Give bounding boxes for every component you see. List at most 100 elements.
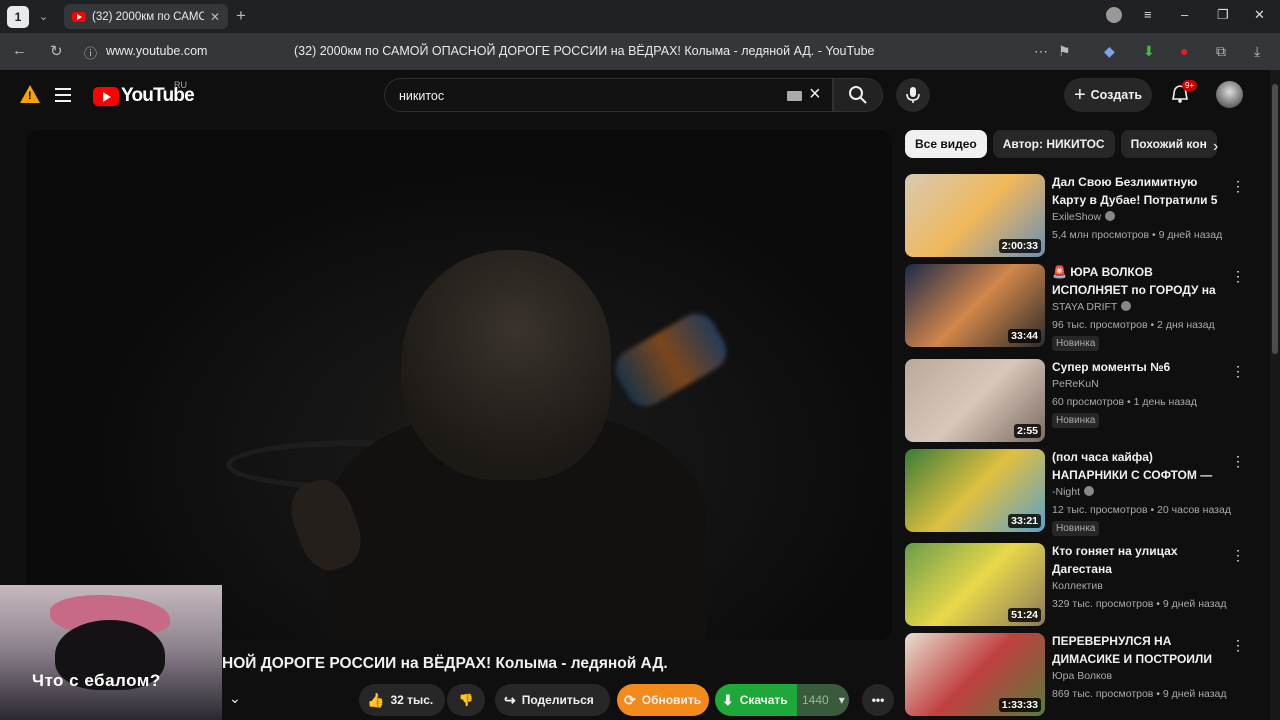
tab-list-chevron-icon[interactable]: ⌄ bbox=[39, 10, 48, 23]
download-button[interactable]: ⬇ Скачать bbox=[715, 684, 798, 716]
chip-author[interactable]: Автор: НИКИТОС bbox=[992, 130, 1115, 158]
downloads-icon[interactable]: ⤓ bbox=[1254, 43, 1260, 60]
browser-menu-icon[interactable]: ≡ bbox=[1144, 7, 1152, 22]
share-button[interactable]: ↪ Поделиться bbox=[495, 684, 610, 716]
kebab-menu-icon[interactable]: ⋮ bbox=[1231, 547, 1245, 564]
scrollbar-thumb[interactable] bbox=[1272, 84, 1278, 354]
url-field[interactable]: www.youtube.com bbox=[106, 44, 207, 58]
channel-name[interactable]: STAYA DRIFT bbox=[1052, 301, 1132, 313]
notifications-button[interactable]: 9+ bbox=[1170, 80, 1198, 109]
channel-name[interactable]: Коллектив bbox=[1052, 580, 1103, 592]
search-icon bbox=[849, 86, 867, 104]
recommendation-item[interactable]: 1:33:33 ПЕРЕВЕРНУЛСЯ НА ДИМАСИКЕ И ПОСТРО… bbox=[905, 633, 1245, 717]
expand-chevron-icon[interactable]: ⌄ bbox=[229, 690, 241, 707]
back-icon[interactable]: ← bbox=[12, 42, 27, 59]
video-thumbnail[interactable]: 33:44 bbox=[905, 264, 1045, 347]
kebab-menu-icon[interactable]: ⋮ bbox=[1231, 363, 1245, 380]
clear-search-icon[interactable]: × bbox=[809, 83, 821, 106]
recommendation-title[interactable]: Супер моменты №6 bbox=[1052, 359, 1222, 377]
video-meta: 329 тыс. просмотров • 9 дней назад bbox=[1052, 598, 1227, 610]
extensions-icon[interactable]: ⧉ bbox=[1216, 43, 1226, 60]
video-player[interactable] bbox=[26, 130, 892, 640]
share-icon: ↪ bbox=[504, 691, 516, 708]
keyboard-icon[interactable] bbox=[787, 91, 802, 101]
kebab-menu-icon[interactable]: ⋮ bbox=[1231, 178, 1245, 195]
thumbs-down-icon: 👎 bbox=[458, 693, 474, 707]
address-bar: ← ↻ ⓘ www.youtube.com (32) 2000км по САМ… bbox=[0, 33, 1280, 70]
video-duration: 1:33:33 bbox=[998, 698, 1041, 712]
search-value: никитос bbox=[399, 89, 445, 103]
chip-similar[interactable]: Похожий кон bbox=[1120, 130, 1217, 158]
video-thumbnail[interactable]: 51:24 bbox=[905, 543, 1045, 626]
search-button[interactable] bbox=[833, 78, 883, 112]
recommendation-title[interactable]: Дал Свою Безлимитную Карту в Дубае! Потр… bbox=[1052, 174, 1222, 210]
create-button[interactable]: + Создать bbox=[1064, 78, 1152, 112]
maximize-icon[interactable]: ❐ bbox=[1217, 7, 1229, 23]
refresh-button[interactable]: ⟳ Обновить bbox=[617, 684, 709, 716]
extension-download-icon[interactable]: ⬇ bbox=[1143, 43, 1155, 60]
tab-title: (32) 2000км по САМОЙ bbox=[92, 10, 204, 23]
close-window-icon[interactable]: ✕ bbox=[1254, 7, 1265, 23]
minimize-icon[interactable]: – bbox=[1181, 7, 1188, 22]
recommendation-item[interactable]: 51:24 Кто гоняет на улицах Дагестана Колле… bbox=[905, 543, 1245, 627]
video-duration: 2:55 bbox=[1013, 424, 1041, 438]
quality-select[interactable]: 1440 ▾ bbox=[797, 684, 849, 716]
hamburger-menu-icon[interactable] bbox=[55, 88, 71, 106]
more-options-icon[interactable]: ⋯ bbox=[1034, 43, 1048, 60]
kebab-menu-icon[interactable]: ⋮ bbox=[1231, 268, 1245, 285]
chip-all-videos[interactable]: Все видео bbox=[905, 130, 987, 158]
search-input[interactable]: никитос × bbox=[384, 78, 833, 112]
page-title: (32) 2000км по САМОЙ ОПАСНОЙ ДОРОГЕ РОСС… bbox=[294, 44, 875, 58]
video-thumbnail[interactable]: 1:33:33 bbox=[905, 633, 1045, 716]
video-meta: 5,4 млн просмотров • 9 дней назад bbox=[1052, 229, 1223, 241]
recommendation-item[interactable]: 2:55 Супер моменты №6 PeReKuN 60 просмотров… bbox=[905, 359, 1245, 443]
video-duration: 2:00:33 bbox=[998, 239, 1041, 253]
new-tab-icon[interactable]: + bbox=[236, 6, 246, 26]
like-button[interactable]: 👍 32 тыс. bbox=[359, 684, 445, 716]
recommendation-title[interactable]: ПЕРЕВЕРНУЛСЯ НА ДИМАСИКЕ И ПОСТРОИЛИ ... bbox=[1052, 633, 1222, 669]
channel-name[interactable]: -Night bbox=[1052, 486, 1095, 498]
video-thumbnail[interactable]: 2:00:33 bbox=[905, 174, 1045, 257]
share-label: Поделиться bbox=[521, 693, 594, 707]
kebab-menu-icon[interactable]: ⋮ bbox=[1231, 637, 1245, 654]
extension-red-icon[interactable]: ● bbox=[1180, 43, 1188, 59]
profile-icon[interactable] bbox=[1106, 7, 1122, 26]
page-scrollbar[interactable] bbox=[1270, 70, 1280, 720]
youtube-play-icon bbox=[93, 86, 119, 106]
recommendation-title[interactable]: (пол часа кайфа) НАПАРНИКИ С СОФТОМ — ..… bbox=[1052, 449, 1222, 485]
video-meta: 12 тыс. просмотров • 20 часов назад bbox=[1052, 504, 1231, 516]
workspace-button[interactable]: 1 bbox=[7, 5, 29, 28]
warning-icon[interactable]: ! bbox=[20, 85, 40, 103]
kebab-menu-icon[interactable]: ⋮ bbox=[1231, 453, 1245, 470]
channel-name[interactable]: Юра Волков bbox=[1052, 670, 1112, 682]
chips-next-icon[interactable]: › bbox=[1213, 138, 1218, 156]
youtube-header: ! YouTube RU никитос × + Создать 9+ bbox=[0, 70, 1270, 120]
thumbs-up-icon: 👍 bbox=[367, 691, 385, 708]
youtube-favicon-icon bbox=[72, 11, 86, 22]
channel-name[interactable]: ExileShow bbox=[1052, 211, 1116, 223]
reload-icon[interactable]: ↻ bbox=[50, 42, 63, 60]
video-thumbnail[interactable]: 33:21 bbox=[905, 449, 1045, 532]
recommendation-item[interactable]: 33:44 🚨 ЮРА ВОЛКОВ ИСПОЛНЯЕТ по ГОРОДУ на… bbox=[905, 264, 1245, 351]
video-title: НОЙ ДОРОГЕ РОССИИ на ВЁДРАХ! Колыма - ле… bbox=[222, 655, 668, 672]
voice-search-button[interactable] bbox=[896, 78, 930, 112]
site-info-icon[interactable]: ⓘ bbox=[84, 43, 97, 62]
more-actions-button[interactable]: ••• bbox=[862, 684, 894, 716]
channel-name[interactable]: PeReKuN bbox=[1052, 378, 1099, 390]
video-duration: 33:44 bbox=[1008, 329, 1041, 343]
tab-close-icon[interactable]: ✕ bbox=[210, 10, 220, 24]
bookmark-icon[interactable]: ⚑ bbox=[1058, 43, 1071, 60]
recommendation-title[interactable]: Кто гоняет на улицах Дагестана bbox=[1052, 543, 1222, 578]
extension-shield-icon[interactable]: ◆ bbox=[1104, 43, 1115, 60]
dislike-button[interactable]: 👎 bbox=[447, 684, 485, 716]
video-frame-person bbox=[401, 250, 611, 480]
verified-icon bbox=[1105, 211, 1116, 221]
user-avatar[interactable] bbox=[1216, 81, 1243, 108]
channel-label: -Night bbox=[1052, 486, 1081, 498]
recommendation-item[interactable]: 2:00:33 Дал Свою Безлимитную Карту в Дуба… bbox=[905, 174, 1245, 258]
overlay-meme-image: Что с ебалом? bbox=[0, 585, 222, 720]
video-thumbnail[interactable]: 2:55 bbox=[905, 359, 1045, 442]
recommendation-title[interactable]: 🚨 ЮРА ВОЛКОВ ИСПОЛНЯЕТ по ГОРОДУ на ВАЗ-… bbox=[1052, 264, 1222, 300]
browser-tab-active[interactable]: (32) 2000км по САМОЙ ✕ bbox=[64, 4, 228, 29]
recommendation-item[interactable]: 33:21 (пол часа кайфа) НАПАРНИКИ С СОФТОМ… bbox=[905, 449, 1245, 536]
